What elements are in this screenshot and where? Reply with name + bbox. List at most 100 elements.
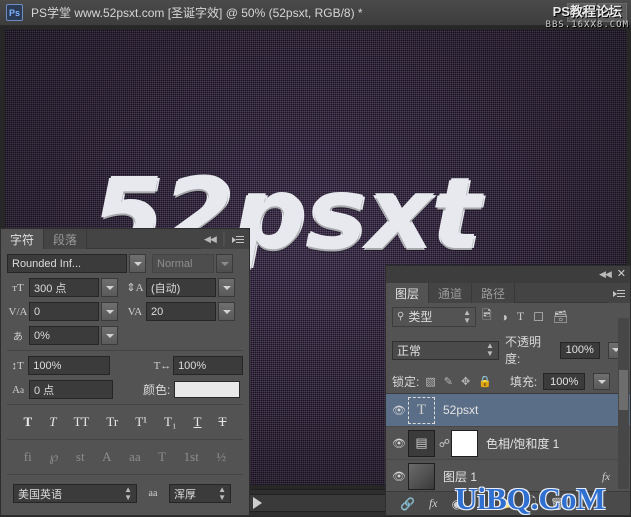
table-row[interactable]: 👁 ▤ ☍ 色相/饱和度 1	[386, 427, 630, 460]
blend-mode-select[interactable]: 正常 ▲ ▼	[392, 340, 499, 360]
fill-dropdown[interactable]	[593, 373, 611, 390]
all-caps-button[interactable]: TT	[73, 414, 89, 430]
layer-style-fx-icon[interactable]: fx	[429, 496, 438, 511]
window-title: PS学堂 www.52psxt.com [圣诞字效] @ 50% (52psxt…	[31, 6, 363, 20]
font-style-field[interactable]: Normal	[152, 254, 214, 273]
new-group-icon[interactable]: 📁	[497, 497, 512, 511]
lock-buttons: ▧ ✎ ✥ 🔒	[425, 375, 492, 388]
adjustment-filter-icon[interactable]: ◑	[501, 310, 508, 324]
ordinals-button[interactable]: 1st	[184, 449, 199, 465]
lock-pixels-icon[interactable]: ✎	[444, 375, 453, 388]
new-layer-icon[interactable]: 🗋	[526, 493, 536, 514]
superscript-button[interactable]: T¹	[135, 414, 147, 430]
tab-channels[interactable]: 通道	[429, 283, 473, 303]
shape-filter-icon[interactable]: ☐	[533, 310, 544, 324]
fractions-button[interactable]: ½	[216, 449, 226, 465]
baseline-shift-icon: Aa	[11, 383, 25, 396]
contextual-alternates-button[interactable]: st	[76, 449, 85, 465]
table-row[interactable]: 👁 T 52psxt	[386, 394, 630, 427]
play-icon[interactable]	[253, 497, 262, 509]
vertical-scale-field[interactable]: 100%	[28, 356, 110, 375]
collapse-panel-icon[interactable]: ◀◀	[599, 269, 612, 280]
delete-layer-icon[interactable]: 🗑	[550, 497, 565, 511]
minimize-button[interactable]	[567, 3, 596, 22]
lock-transparency-icon[interactable]: ▧	[425, 375, 435, 388]
horizontal-scale-icon: T↔	[153, 359, 172, 372]
subscript-button[interactable]: T₁	[164, 414, 176, 430]
filter-kind-value: 类型	[408, 310, 433, 324]
divider-2	[7, 404, 243, 405]
status-field[interactable]	[247, 494, 387, 512]
leading-field[interactable]: (自动)	[146, 278, 216, 297]
standard-ligatures-button[interactable]: fi	[24, 449, 32, 465]
add-mask-icon[interactable]: ◉	[452, 497, 462, 511]
fill-label: 填充:	[509, 375, 538, 389]
layer-style-fx-icon[interactable]: fx	[602, 471, 610, 483]
underline-button[interactable]: T	[194, 414, 202, 430]
panel-menu-icon[interactable]	[232, 235, 244, 244]
faux-italic-button[interactable]: T	[49, 414, 56, 430]
font-style-dropdown[interactable]	[216, 254, 233, 273]
type-filter-icon[interactable]: T	[517, 309, 524, 324]
smart-object-filter-icon[interactable]: 🗃	[553, 310, 568, 324]
layers-scrollbar[interactable]	[618, 318, 629, 489]
filter-kind-spinner-icon[interactable]: ▲ ▼	[463, 308, 471, 325]
layer-filter-control[interactable]: ⚲ 类型 ▲ ▼	[392, 306, 476, 327]
layer-thumbnail[interactable]	[408, 463, 435, 490]
text-color-swatch[interactable]	[174, 381, 241, 398]
antialias-select[interactable]: 浑厚 ▲ ▼	[169, 484, 231, 503]
tracking-dropdown[interactable]	[218, 302, 235, 321]
language-select[interactable]: 美国英语 ▲ ▼	[13, 484, 137, 503]
scaling-dropdown[interactable]	[101, 326, 118, 345]
layer-thumbnail[interactable]: T	[408, 396, 435, 424]
layers-scrollbar-thumb[interactable]	[619, 370, 628, 410]
leading-dropdown[interactable]	[218, 278, 235, 297]
font-size-field[interactable]: 300 点	[29, 278, 99, 297]
titling-alternates-button[interactable]: T	[158, 449, 166, 465]
lock-label: 锁定:	[392, 375, 420, 389]
oldstyle-button[interactable]: aa	[129, 449, 141, 465]
new-adjustment-icon[interactable]: ◑	[476, 497, 483, 511]
small-caps-button[interactable]: Tr	[106, 414, 118, 430]
restore-button[interactable]	[598, 3, 627, 22]
link-mask-icon[interactable]: ☍	[438, 437, 451, 450]
tab-layers[interactable]: 图层	[386, 283, 430, 303]
tracking-field[interactable]: 20	[146, 302, 216, 321]
collapse-panel-icon[interactable]: ◀◀	[204, 234, 217, 245]
eye-icon[interactable]: 👁	[390, 437, 408, 450]
panel-menu-icon[interactable]	[613, 289, 625, 298]
tab-paragraph[interactable]: 段落	[44, 229, 88, 249]
vh-scale-row: ↕T 100% T↔ 100%	[7, 356, 243, 375]
baseline-shift-field[interactable]: 0 点	[29, 380, 113, 399]
kerning-field[interactable]: 0	[29, 302, 99, 321]
layer-thumbnail[interactable]: ▤	[408, 429, 435, 457]
link-layers-icon[interactable]: 🔗	[400, 497, 415, 511]
title-bar: Ps PS学堂 www.52psxt.com [圣诞字效] @ 50% (52p…	[0, 0, 631, 26]
horizontal-scale-field[interactable]: 100%	[173, 356, 243, 375]
discretionary-ligatures-button[interactable]: ℘	[49, 449, 58, 465]
lock-all-icon[interactable]: 🔒	[478, 375, 492, 388]
strikethrough-button[interactable]: T	[219, 414, 227, 430]
lock-position-icon[interactable]: ✥	[461, 375, 470, 388]
opacity-field[interactable]: 100%	[559, 341, 600, 359]
table-row[interactable]: 👁 图层 1 fx	[386, 460, 630, 493]
font-size-dropdown[interactable]	[101, 278, 118, 297]
scaling-field[interactable]: 0%	[29, 326, 99, 345]
close-icon[interactable]: ✕	[617, 269, 626, 280]
anti-alias-icon: aa	[148, 488, 158, 499]
font-family-dropdown[interactable]	[129, 254, 146, 273]
image-filter-icon[interactable]: 🖻	[482, 306, 492, 327]
tab-paths[interactable]: 路径	[472, 283, 516, 303]
layer-mask-thumbnail[interactable]	[451, 429, 478, 457]
faux-bold-button[interactable]: T	[24, 414, 33, 430]
kerning-dropdown[interactable]	[101, 302, 118, 321]
font-row: Rounded Inf... Normal	[7, 254, 243, 273]
fill-field[interactable]: 100%	[543, 373, 586, 390]
swash-button[interactable]: A	[102, 449, 111, 465]
photoshop-window: Ps PS学堂 www.52psxt.com [圣诞字效] @ 50% (52p…	[0, 0, 631, 516]
eye-icon[interactable]: 👁	[390, 470, 408, 483]
font-family-field[interactable]: Rounded Inf...	[7, 254, 127, 273]
layers-panel-body: ⚲ 类型 ▲ ▼ 🖻 ◑ T ☐ 🗃 正常 ▲ ▼ 不透明度: 100% 锁定:…	[386, 303, 630, 493]
tab-character[interactable]: 字符	[1, 229, 45, 249]
eye-icon[interactable]: 👁	[390, 404, 408, 417]
